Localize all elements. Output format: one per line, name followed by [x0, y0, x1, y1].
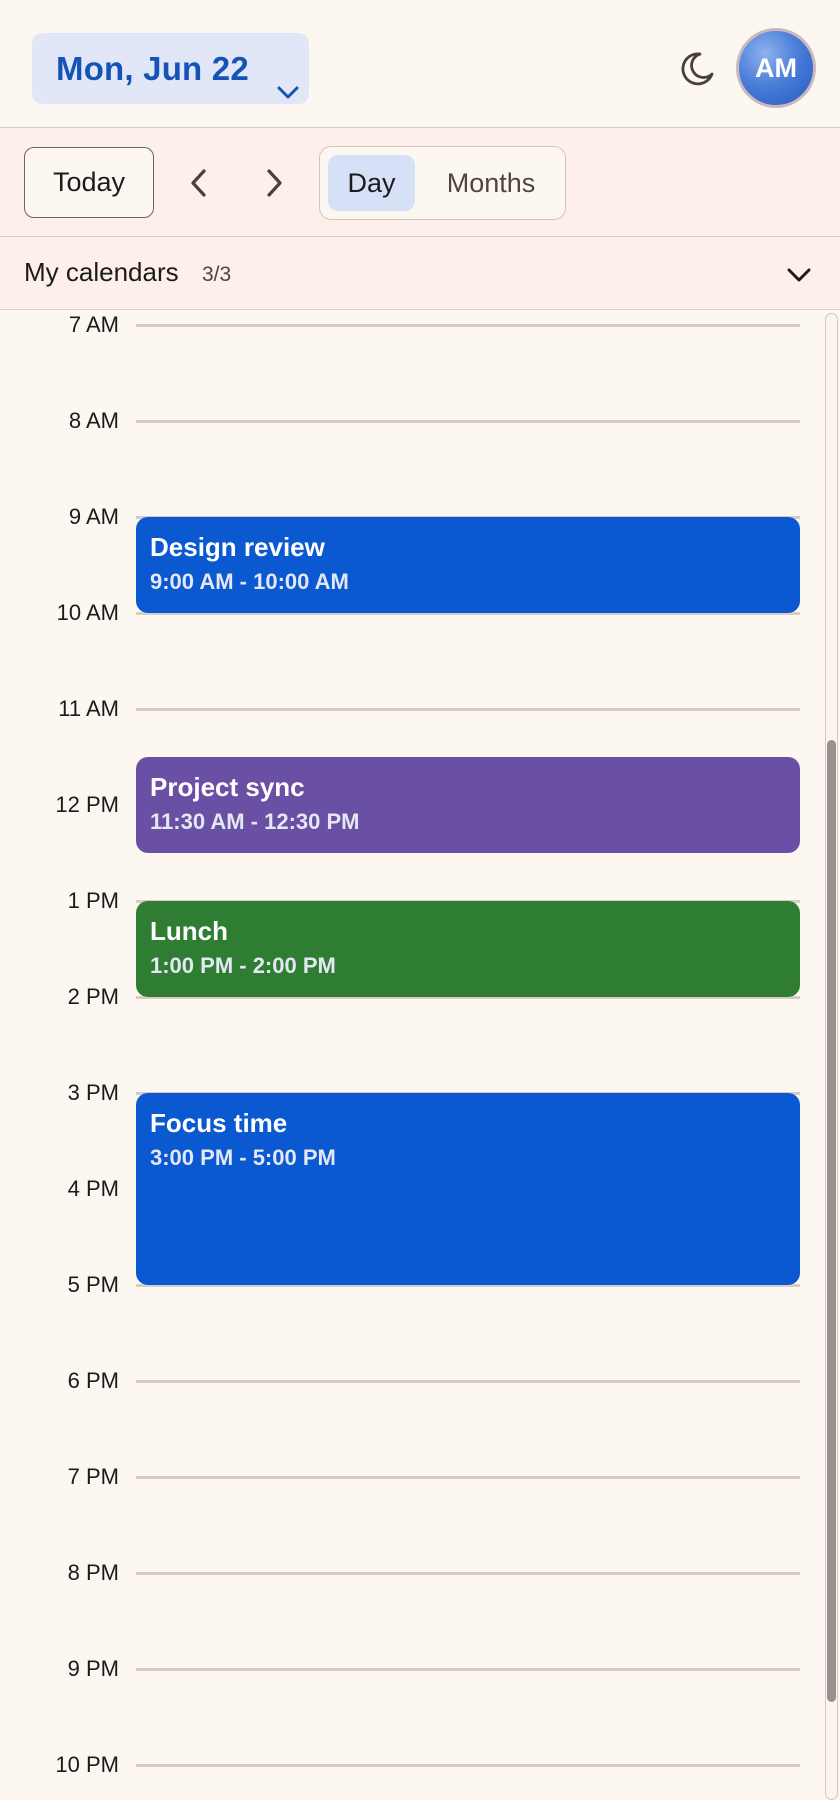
chevron-down-icon	[787, 268, 811, 282]
hour-label: 3 PM	[67, 1080, 119, 1105]
date-picker-button[interactable]: Mon, Jun 22	[32, 33, 309, 104]
calendars-count: 3/3	[202, 263, 232, 286]
event-time: 1:00 PM - 2:00 PM	[150, 953, 336, 979]
event-title: Focus time	[150, 1108, 288, 1138]
event-title: Project sync	[150, 772, 305, 802]
current-date-label: Mon, Jun 22	[56, 49, 249, 87]
day-timeline[interactable]: 7 AM 8 AM 9 AM 10 AM 11 AM 12 PM 1 PM 2 PM 3 PM 4…	[0, 310, 840, 1800]
event-time: 9:00 AM - 10:00 AM	[150, 569, 349, 595]
my-calendars-label: My calendars	[24, 257, 179, 287]
event-card[interactable]: Lunch 1:00 PM - 2:00 PM	[136, 901, 800, 997]
chevron-left-icon[interactable]	[181, 165, 217, 201]
hour-gridline	[136, 1668, 800, 1671]
chevron-down-icon	[277, 86, 299, 99]
today-button[interactable]: Today	[24, 147, 154, 218]
hour-gridline	[136, 1572, 800, 1575]
view-day-button[interactable]: Day	[328, 155, 415, 211]
hour-label: 10 AM	[56, 600, 119, 625]
avatar-initials: AM	[755, 52, 797, 83]
event-title: Lunch	[150, 916, 228, 946]
timeline-scrollbar-thumb[interactable]	[827, 740, 836, 1702]
hour-label: 7 PM	[67, 1464, 119, 1489]
app-header: Mon, Jun 22 AM	[0, 0, 840, 128]
hour-gridline	[136, 324, 800, 327]
my-calendars-toggle[interactable]: My calendars 3/3	[0, 237, 840, 310]
hour-label: 6 PM	[67, 1368, 119, 1393]
event-card[interactable]: Focus time 3:00 PM - 5:00 PM	[136, 1093, 800, 1285]
chevron-right-icon[interactable]	[256, 165, 292, 201]
hour-gridline	[136, 420, 800, 423]
hour-gridline	[136, 708, 800, 711]
event-card[interactable]: Project sync 11:30 AM - 12:30 PM	[136, 757, 800, 853]
hour-gridline	[136, 1476, 800, 1479]
hour-label: 8 PM	[67, 1560, 119, 1585]
event-card[interactable]: Design review 9:00 AM - 10:00 AM	[136, 517, 800, 613]
hour-label: 10 PM	[55, 1752, 119, 1777]
hour-label: 12 PM	[55, 792, 119, 817]
hour-label: 2 PM	[67, 984, 119, 1009]
event-time: 3:00 PM - 5:00 PM	[150, 1145, 336, 1171]
event-time: 11:30 AM - 12:30 PM	[150, 809, 360, 835]
moon-icon[interactable]	[678, 50, 716, 88]
hour-label: 5 PM	[67, 1272, 119, 1297]
user-avatar[interactable]: AM	[736, 28, 816, 108]
hour-label: 4 PM	[67, 1176, 119, 1201]
hour-gridline	[136, 1380, 800, 1383]
hour-label: 7 AM	[68, 312, 119, 337]
hour-label: 9 AM	[68, 504, 119, 529]
hour-label: 1 PM	[67, 888, 119, 913]
hour-label: 9 PM	[67, 1656, 119, 1681]
view-months-button[interactable]: Months	[421, 155, 561, 211]
view-switcher: Day Months	[319, 146, 566, 220]
event-title: Design review	[150, 532, 325, 562]
calendar-toolbar: Today Day Months	[0, 128, 840, 237]
hour-label: 11 AM	[58, 696, 119, 721]
hour-gridline	[136, 1764, 800, 1767]
hour-label: 8 AM	[68, 408, 119, 433]
